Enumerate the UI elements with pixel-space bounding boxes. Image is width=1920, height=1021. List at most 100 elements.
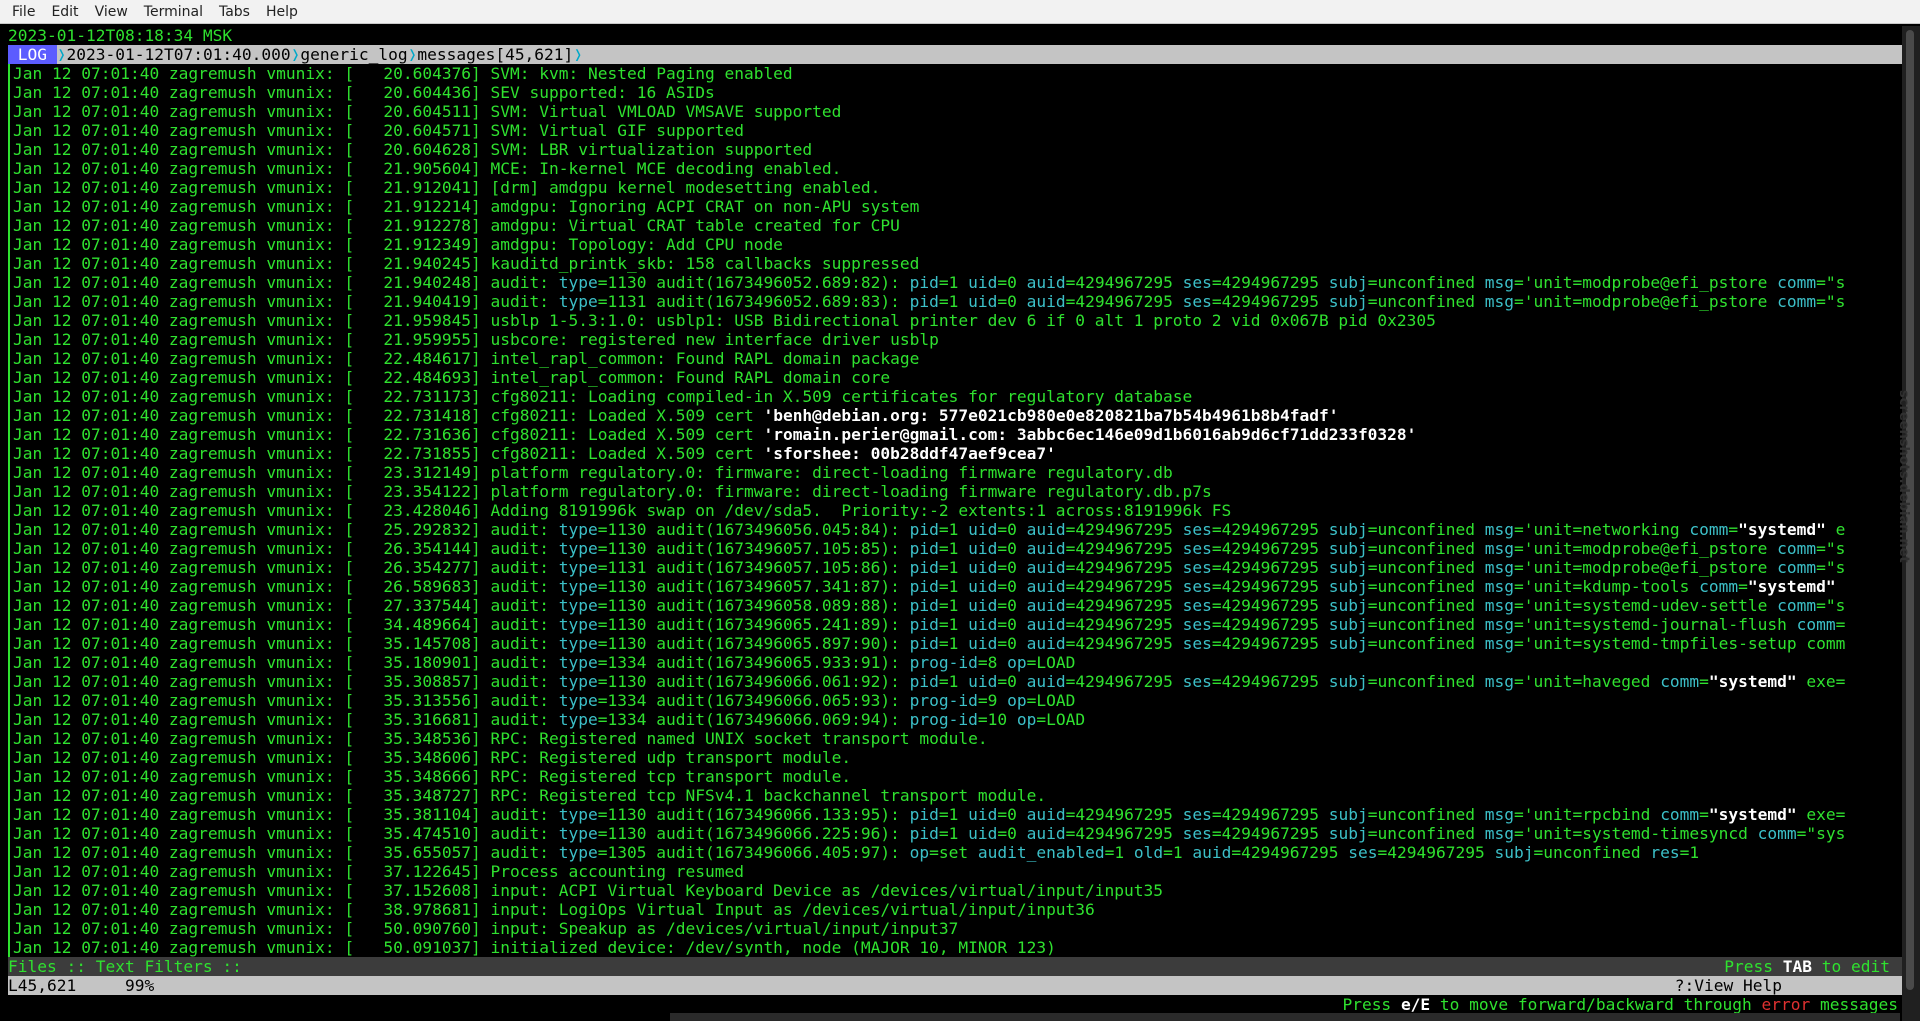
log-timestamp: 21.912041] bbox=[354, 178, 481, 197]
log-line[interactable]: Jan 12 07:01:40 zagremush vmunix: [ 20.6… bbox=[10, 121, 1902, 140]
log-line[interactable]: Jan 12 07:01:40 zagremush vmunix: [ 22.7… bbox=[10, 425, 1902, 444]
log-line[interactable]: Jan 12 07:01:40 zagremush vmunix: [ 38.9… bbox=[10, 900, 1902, 919]
audit-key: comm bbox=[1660, 805, 1700, 824]
log-prefix: Jan 12 07:01:40 zagremush vmunix: [ bbox=[13, 672, 355, 691]
breadcrumb-timestamp[interactable]: 2023-01-12T07:01:40.000 bbox=[67, 45, 291, 64]
log-message: platform regulatory.0: firmware: direct-… bbox=[480, 482, 1212, 501]
log-line[interactable]: Jan 12 07:01:40 zagremush vmunix: [ 35.3… bbox=[10, 691, 1902, 710]
log-line[interactable]: Jan 12 07:01:40 zagremush vmunix: [ 35.6… bbox=[10, 843, 1902, 862]
log-line[interactable]: Jan 12 07:01:40 zagremush vmunix: [ 35.3… bbox=[10, 767, 1902, 786]
log-prefix: Jan 12 07:01:40 zagremush vmunix: [ bbox=[13, 292, 355, 311]
log-line[interactable]: Jan 12 07:01:40 zagremush vmunix: [ 26.3… bbox=[10, 539, 1902, 558]
log-line[interactable]: Jan 12 07:01:40 zagremush vmunix: [ 35.1… bbox=[10, 653, 1902, 672]
log-line[interactable]: Jan 12 07:01:40 zagremush vmunix: [ 21.9… bbox=[10, 178, 1902, 197]
log-tag[interactable]: LOG bbox=[8, 45, 57, 64]
audit-key: pid bbox=[909, 273, 939, 292]
menu-help[interactable]: Help bbox=[258, 4, 306, 20]
log-line[interactable]: Jan 12 07:01:40 zagremush vmunix: [ 35.3… bbox=[10, 672, 1902, 691]
audit-eq: = bbox=[597, 273, 608, 292]
log-line[interactable]: Jan 12 07:01:40 zagremush vmunix: [ 21.9… bbox=[10, 311, 1902, 330]
menu-edit[interactable]: Edit bbox=[43, 4, 86, 20]
log-timestamp: 21.912349] bbox=[354, 235, 481, 254]
audit-comm: "systemd" bbox=[1708, 805, 1797, 824]
log-prefix: Jan 12 07:01:40 zagremush vmunix: [ bbox=[13, 767, 355, 786]
hint-error-word: error bbox=[1761, 995, 1811, 1014]
audit-label: audit: bbox=[480, 634, 559, 653]
breadcrumb-file[interactable]: messages[45,621] bbox=[417, 45, 573, 64]
log-line[interactable]: Jan 12 07:01:40 zagremush vmunix: [ 21.9… bbox=[10, 330, 1902, 349]
audit-key: ses bbox=[1182, 273, 1212, 292]
filters-label[interactable]: Files :: Text Filters :: bbox=[8, 957, 242, 976]
log-line[interactable]: Jan 12 07:01:40 zagremush vmunix: [ 34.4… bbox=[10, 615, 1902, 634]
audit-key: type bbox=[558, 558, 598, 577]
audit-key: pid bbox=[909, 672, 939, 691]
menu-view[interactable]: View bbox=[87, 4, 136, 20]
menu-file[interactable]: File bbox=[4, 4, 43, 20]
audit-key: auid bbox=[1026, 615, 1066, 634]
log-line[interactable]: Jan 12 07:01:40 zagremush vmunix: [ 22.7… bbox=[10, 406, 1902, 425]
log-line[interactable]: Jan 12 07:01:40 zagremush vmunix: [ 35.3… bbox=[10, 786, 1902, 805]
audit-type: 1130 bbox=[607, 539, 647, 558]
log-prefix: Jan 12 07:01:40 zagremush vmunix: [ bbox=[13, 748, 355, 767]
log-line[interactable]: Jan 12 07:01:40 zagremush vmunix: [ 22.7… bbox=[10, 444, 1902, 463]
log-line[interactable]: Jan 12 07:01:40 zagremush vmunix: [ 23.4… bbox=[10, 501, 1902, 520]
audit-label: audit: bbox=[480, 558, 559, 577]
log-line[interactable]: Jan 12 07:01:40 zagremush vmunix: [ 20.6… bbox=[10, 83, 1902, 102]
log-line[interactable]: Jan 12 07:01:40 zagremush vmunix: [ 21.9… bbox=[10, 235, 1902, 254]
log-line[interactable]: Jan 12 07:01:40 zagremush vmunix: [ 37.1… bbox=[10, 862, 1902, 881]
audit-key: subj bbox=[1328, 539, 1368, 558]
log-line[interactable]: Jan 12 07:01:40 zagremush vmunix: [ 22.4… bbox=[10, 368, 1902, 387]
log-line[interactable]: Jan 12 07:01:40 zagremush vmunix: [ 21.9… bbox=[10, 216, 1902, 235]
audit-key: pid bbox=[909, 292, 939, 311]
audit-key: type bbox=[558, 273, 598, 292]
audit-fields: pid=1 uid=0 auid=4294967295 ses=42949672… bbox=[909, 539, 1846, 558]
log-line[interactable]: Jan 12 07:01:40 zagremush vmunix: [ 21.9… bbox=[10, 159, 1902, 178]
log-line[interactable]: Jan 12 07:01:40 zagremush vmunix: [ 21.9… bbox=[10, 197, 1902, 216]
log-line[interactable]: Jan 12 07:01:40 zagremush vmunix: [ 23.3… bbox=[10, 482, 1902, 501]
log-line[interactable]: Jan 12 07:01:40 zagremush vmunix: [ 21.9… bbox=[10, 254, 1902, 273]
log-line[interactable]: Jan 12 07:01:40 zagremush vmunix: [ 20.6… bbox=[10, 64, 1902, 83]
log-line[interactable]: Jan 12 07:01:40 zagremush vmunix: [ 50.0… bbox=[10, 919, 1902, 938]
log-line[interactable]: Jan 12 07:01:40 zagremush vmunix: [ 22.4… bbox=[10, 349, 1902, 368]
audit-key: res bbox=[1650, 843, 1680, 862]
log-line[interactable]: Jan 12 07:01:40 zagremush vmunix: [ 35.3… bbox=[10, 729, 1902, 748]
terminal-view[interactable]: 2023-01-12T08:18:34 MSK LOG ❭2023-01-12T… bbox=[8, 26, 1902, 1021]
breadcrumb: LOG ❭2023-01-12T07:01:40.000❭generic_log… bbox=[8, 45, 1902, 64]
menu-tabs[interactable]: Tabs bbox=[211, 4, 258, 20]
log-line[interactable]: Jan 12 07:01:40 zagremush vmunix: [ 21.9… bbox=[10, 292, 1902, 311]
log-line[interactable]: Jan 12 07:01:40 zagremush vmunix: [ 35.4… bbox=[10, 824, 1902, 843]
log-view[interactable]: Jan 12 07:01:40 zagremush vmunix: [ 20.6… bbox=[8, 64, 1902, 976]
log-line[interactable]: Jan 12 07:01:40 zagremush vmunix: [ 35.1… bbox=[10, 634, 1902, 653]
log-line[interactable]: Jan 12 07:01:40 zagremush vmunix: [ 27.3… bbox=[10, 596, 1902, 615]
audit-id: (1673496065.241:89): bbox=[704, 615, 900, 634]
log-line[interactable]: Jan 12 07:01:40 zagremush vmunix: [ 35.3… bbox=[10, 748, 1902, 767]
log-timestamp: 21.940419] bbox=[354, 292, 481, 311]
log-message: RPC: Registered named UNIX socket transp… bbox=[480, 729, 988, 748]
log-line[interactable]: Jan 12 07:01:40 zagremush vmunix: [ 23.3… bbox=[10, 463, 1902, 482]
log-line[interactable]: Jan 12 07:01:40 zagremush vmunix: [ 22.7… bbox=[10, 387, 1902, 406]
log-message: SVM: LBR virtualization supported bbox=[480, 140, 813, 159]
log-line[interactable]: Jan 12 07:01:40 zagremush vmunix: [ 37.1… bbox=[10, 881, 1902, 900]
log-line[interactable]: Jan 12 07:01:40 zagremush vmunix: [ 50.0… bbox=[10, 938, 1902, 957]
audit-key: msg bbox=[1484, 824, 1514, 843]
log-line[interactable]: Jan 12 07:01:40 zagremush vmunix: [ 26.3… bbox=[10, 558, 1902, 577]
audit-key: prog-id bbox=[909, 691, 978, 710]
log-line[interactable]: Jan 12 07:01:40 zagremush vmunix: [ 20.6… bbox=[10, 102, 1902, 121]
audit-key: msg bbox=[1484, 292, 1514, 311]
audit-id: (1673496056.045:84): bbox=[704, 520, 900, 539]
breadcrumb-format[interactable]: generic_log bbox=[300, 45, 407, 64]
log-line[interactable]: Jan 12 07:01:40 zagremush vmunix: [ 25.2… bbox=[10, 520, 1902, 539]
log-line[interactable]: Jan 12 07:01:40 zagremush vmunix: [ 21.9… bbox=[10, 273, 1902, 292]
audit-eq: = bbox=[597, 539, 608, 558]
audit-fields: pid=1 uid=0 auid=4294967295 ses=42949672… bbox=[909, 273, 1846, 292]
menu-terminal[interactable]: Terminal bbox=[136, 4, 211, 20]
audit-label: audit: bbox=[480, 615, 559, 634]
log-prefix: Jan 12 07:01:40 zagremush vmunix: [ bbox=[13, 406, 355, 425]
log-line[interactable]: Jan 12 07:01:40 zagremush vmunix: [ 20.6… bbox=[10, 140, 1902, 159]
log-line[interactable]: Jan 12 07:01:40 zagremush vmunix: [ 35.3… bbox=[10, 805, 1902, 824]
log-line[interactable]: Jan 12 07:01:40 zagremush vmunix: [ 26.5… bbox=[10, 577, 1902, 596]
log-prefix: Jan 12 07:01:40 zagremush vmunix: [ bbox=[13, 938, 355, 957]
log-cert: 'sforshee: 00b28ddf47aef9cea7' bbox=[763, 444, 1056, 463]
log-line[interactable]: Jan 12 07:01:40 zagremush vmunix: [ 35.3… bbox=[10, 710, 1902, 729]
hint-bar: Press e/E to move forward/backward throu… bbox=[8, 995, 1902, 1014]
